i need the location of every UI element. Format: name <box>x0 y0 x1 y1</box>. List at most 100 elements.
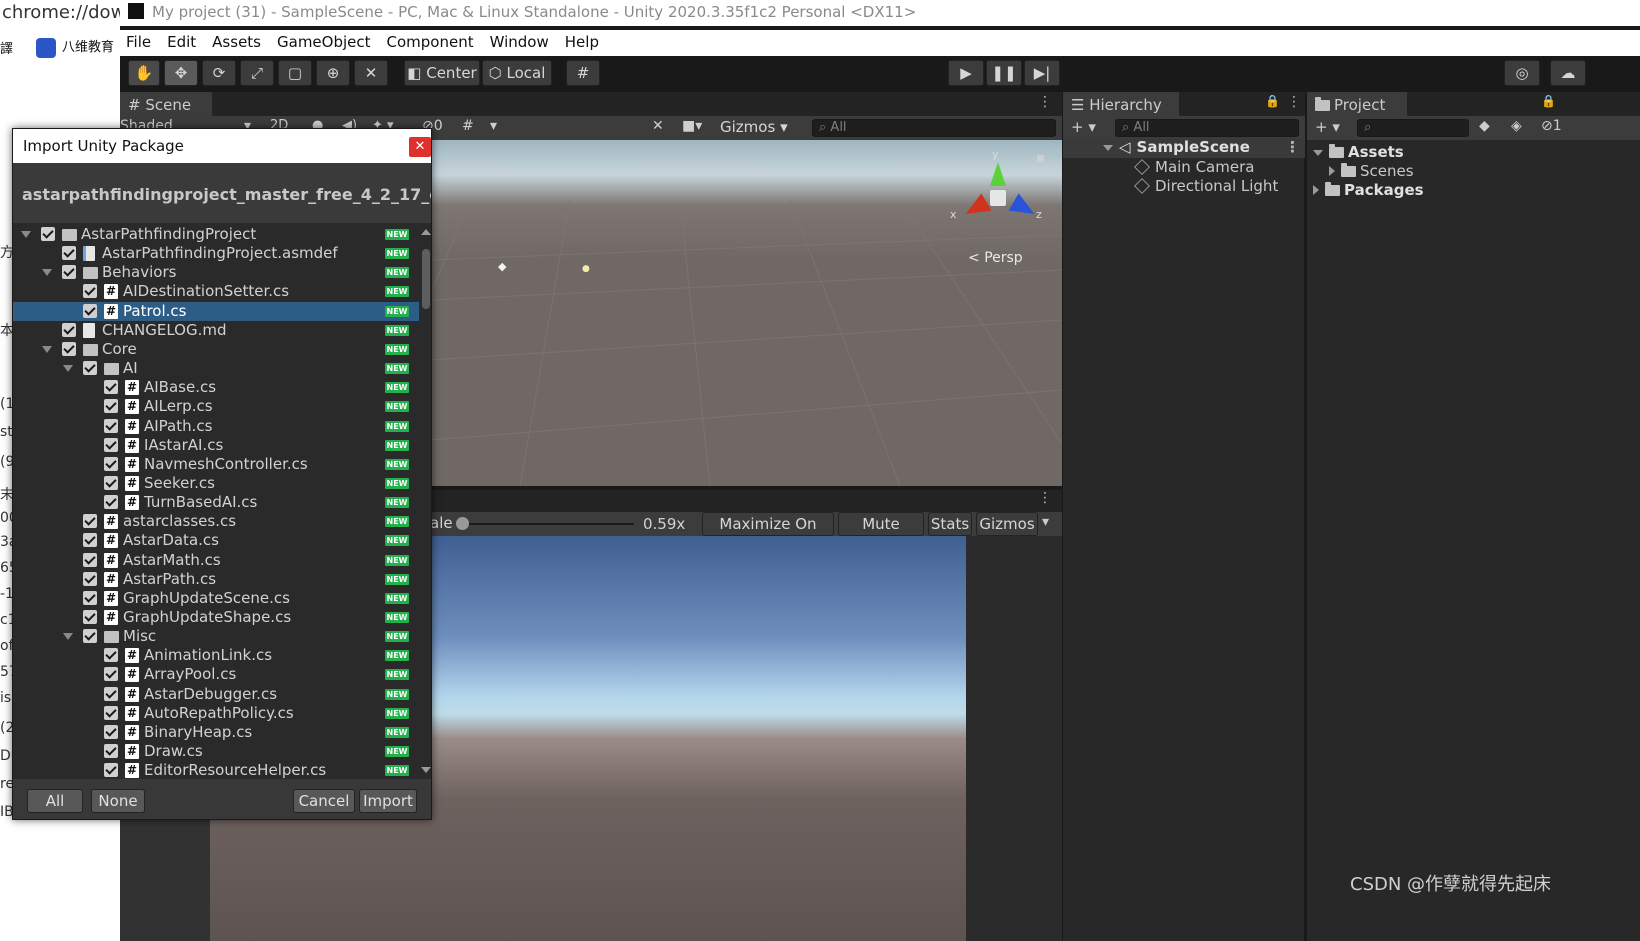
hierarchy-search-input[interactable]: ⌕ All <box>1115 119 1299 137</box>
include-checkbox[interactable] <box>104 724 118 739</box>
move-tool-button[interactable]: ✥ <box>164 60 198 86</box>
expand-icon[interactable] <box>1329 166 1335 176</box>
create-asset-button[interactable]: + ▾ <box>1315 118 1340 136</box>
lock-icon[interactable]: 🔒 <box>1265 94 1280 108</box>
package-file-row[interactable]: # GraphUpdateShape.cs NEW <box>13 608 419 627</box>
include-checkbox[interactable] <box>83 533 97 548</box>
pivot-local-button[interactable]: ⬡ Local <box>482 60 552 86</box>
grid-dropdown-icon[interactable]: ▾ <box>490 118 497 134</box>
menu-item-assets[interactable]: Assets <box>212 33 261 51</box>
tab-project[interactable]: Project <box>1307 92 1407 116</box>
package-file-row[interactable]: Behaviors NEW <box>13 263 419 282</box>
package-file-row[interactable]: # ArrayPool.cs NEW <box>13 665 419 684</box>
package-file-row[interactable]: # Patrol.cs NEW <box>13 301 419 321</box>
add-object-button[interactable]: + ▾ <box>1071 118 1096 136</box>
bookmark-label[interactable]: 八维教育 <box>62 40 114 55</box>
include-checkbox[interactable] <box>104 380 118 395</box>
project-tree-assets[interactable]: Assets <box>1313 143 1404 161</box>
tab-scene[interactable]: # Scene <box>120 92 212 116</box>
step-button[interactable]: ▶| <box>1024 60 1060 86</box>
menu-item-file[interactable]: File <box>126 33 151 51</box>
camera-dropdown-icon[interactable]: ■▾ <box>682 118 702 134</box>
include-checkbox[interactable] <box>83 590 97 605</box>
expand-icon[interactable] <box>21 231 31 238</box>
include-checkbox[interactable] <box>62 322 76 337</box>
scene-search-input[interactable]: ⌕ All <box>812 119 1056 137</box>
package-file-row[interactable]: AstarPathfindingProject NEW <box>13 225 419 244</box>
package-file-row[interactable]: AstarPathfindingProject.asmdef NEW <box>13 244 419 263</box>
pause-button[interactable]: ❚❚ <box>986 60 1022 86</box>
project-search-input[interactable]: ⌕ <box>1357 119 1469 137</box>
package-file-row[interactable]: # AIPath.cs NEW <box>13 417 419 436</box>
package-file-row[interactable]: # EditorResourceHelper.cs NEW <box>13 761 419 779</box>
menu-item-gameobject[interactable]: GameObject <box>277 33 371 51</box>
package-file-row[interactable]: # astarclasses.cs NEW <box>13 512 419 531</box>
scene-tools-icon[interactable]: ✕ <box>652 118 664 134</box>
hand-tool-button[interactable]: ✋ <box>128 60 160 86</box>
stats-toggle[interactable]: Stats <box>928 512 972 536</box>
include-checkbox[interactable] <box>104 705 118 720</box>
package-file-row[interactable]: # AstarDebugger.cs NEW <box>13 685 419 704</box>
expand-icon[interactable] <box>42 345 52 353</box>
package-file-row[interactable]: # IAstarAI.cs NEW <box>13 436 419 455</box>
package-file-row[interactable]: # Seeker.cs NEW <box>13 474 419 493</box>
package-file-row[interactable]: CHANGELOG.md NEW <box>13 321 419 340</box>
package-file-row[interactable]: # GraphUpdateScene.cs NEW <box>13 589 419 608</box>
scrollbar-thumb[interactable] <box>422 249 430 309</box>
package-file-row[interactable]: AI NEW <box>13 359 419 378</box>
cloud-button[interactable]: ☁ <box>1550 60 1586 86</box>
package-file-row[interactable]: Misc NEW <box>13 627 419 646</box>
include-checkbox[interactable] <box>83 303 97 318</box>
include-checkbox[interactable] <box>104 418 118 433</box>
expand-icon[interactable] <box>63 633 73 641</box>
persp-toggle[interactable]: < Persp <box>968 250 1023 266</box>
include-checkbox[interactable] <box>83 514 97 529</box>
package-file-row[interactable]: # TurnBasedAI.cs NEW <box>13 493 419 512</box>
project-tree-packages[interactable]: Packages <box>1313 181 1424 199</box>
package-file-row[interactable]: # AstarMath.cs NEW <box>13 551 419 570</box>
tab-hierarchy[interactable]: ☰ Hierarchy <box>1063 92 1179 116</box>
directional-light-icon[interactable]: ◆ <box>498 260 506 273</box>
transform-tool-button[interactable]: ⊕ <box>316 60 350 86</box>
package-file-row[interactable]: # AILerp.cs NEW <box>13 397 419 416</box>
expand-icon[interactable] <box>1103 145 1113 151</box>
package-file-row[interactable]: # Draw.cs NEW <box>13 742 419 761</box>
package-file-row[interactable]: # AnimationLink.cs NEW <box>13 646 419 665</box>
scale-slider[interactable] <box>455 517 634 530</box>
include-checkbox[interactable] <box>104 667 118 682</box>
expand-icon[interactable] <box>42 269 52 277</box>
filter-by-type-icon[interactable]: ◆ <box>1479 118 1490 134</box>
scene-menu-icon[interactable]: ⋮ <box>1038 94 1052 110</box>
rotate-tool-button[interactable]: ⟳ <box>202 60 236 86</box>
hidden-packages-toggle[interactable]: ⊘1 <box>1541 118 1562 134</box>
include-checkbox[interactable] <box>104 744 118 759</box>
menu-item-edit[interactable]: Edit <box>167 33 196 51</box>
chevron-down-icon[interactable]: ▾ <box>1042 514 1049 530</box>
include-checkbox[interactable] <box>62 341 76 356</box>
menu-item-component[interactable]: Component <box>387 33 474 51</box>
bookmark-prefix[interactable]: 譯 <box>0 38 13 57</box>
filter-by-label-icon[interactable]: ◈ <box>1511 118 1522 134</box>
include-checkbox[interactable] <box>104 648 118 663</box>
include-checkbox[interactable] <box>62 246 76 261</box>
scale-slider-thumb[interactable] <box>455 517 469 530</box>
include-checkbox[interactable] <box>41 227 55 241</box>
package-file-row[interactable]: # AstarData.cs NEW <box>13 531 419 550</box>
camera-gizmo-icon[interactable]: ● <box>582 264 590 274</box>
package-file-row[interactable]: # AstarPath.cs NEW <box>13 570 419 589</box>
lock-icon[interactable]: 🔒 <box>1541 94 1556 108</box>
menu-item-help[interactable]: Help <box>565 33 599 51</box>
package-file-row[interactable]: Core NEW <box>13 340 419 359</box>
project-tree-scenes[interactable]: Scenes <box>1329 162 1414 180</box>
package-file-row[interactable]: # AIDestinationSetter.cs NEW <box>13 282 419 301</box>
select-all-button[interactable]: All <box>27 789 83 813</box>
include-checkbox[interactable] <box>104 399 118 414</box>
view-gizmo[interactable]: y x z ■ <box>950 148 1050 250</box>
game-menu-icon[interactable]: ⋮ <box>1038 490 1052 506</box>
grid-toggle-icon[interactable]: # <box>462 118 474 134</box>
include-checkbox[interactable] <box>83 361 97 376</box>
play-button[interactable]: ▶ <box>948 60 984 86</box>
expand-icon[interactable] <box>1313 185 1319 195</box>
include-checkbox[interactable] <box>104 686 118 701</box>
hierarchy-scene-row[interactable]: ◁ SampleScene ⋮ <box>1063 138 1305 158</box>
